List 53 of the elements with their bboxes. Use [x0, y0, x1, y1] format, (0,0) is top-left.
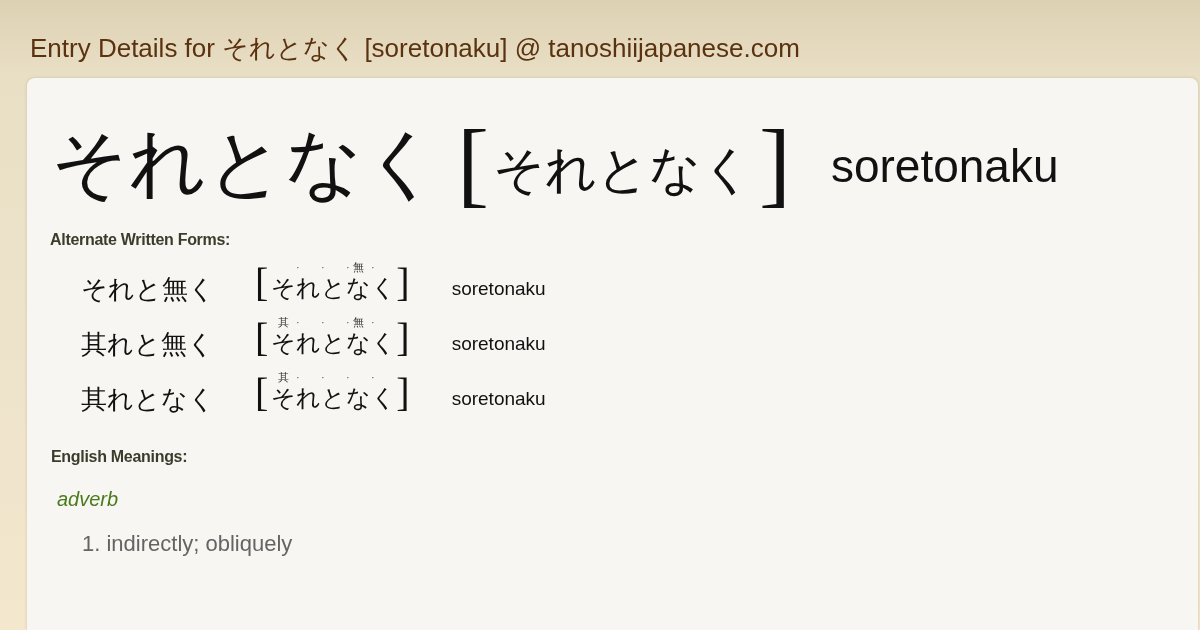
kana-text: な: [346, 274, 372, 302]
kana-text: そ: [271, 384, 297, 412]
ruby-separator: ·: [346, 371, 350, 384]
romaji-text: soretonaku: [451, 387, 546, 411]
open-bracket: [: [457, 113, 489, 213]
written-form: 其れとなく: [81, 383, 216, 415]
reading-text: それとなく: [492, 139, 753, 200]
close-bracket: ]: [396, 316, 410, 360]
close-bracket: ]: [396, 371, 410, 415]
ruby-separator: ·: [371, 371, 375, 384]
romaji-text: soretonaku: [451, 332, 546, 356]
section-heading: Alternate Written Forms:: [50, 230, 231, 250]
part-of-speech: adverb: [57, 487, 119, 511]
ruby-separator: ·: [321, 261, 325, 274]
ruby-text: 無: [353, 261, 365, 274]
ruby-separator: ·: [296, 261, 300, 274]
ruby-separator: ·: [321, 371, 325, 384]
kana-text: く: [371, 329, 397, 357]
open-bracket: [: [255, 371, 269, 415]
ruby-separator: ·: [371, 316, 375, 329]
meaning-text: 1. indirectly; obliquely: [82, 531, 293, 557]
ruby-text: 其: [278, 316, 290, 329]
headword: それとなく: [51, 118, 441, 208]
open-bracket: [: [255, 316, 269, 360]
close-bracket: ]: [758, 113, 791, 213]
page-title: Entry Details for それとなく [soretonaku] @ tanoshiijapanese.com: [30, 33, 800, 63]
ruby-separator: ·: [296, 371, 300, 384]
close-bracket: ]: [396, 261, 410, 305]
kana-text: そ: [271, 329, 297, 357]
kana-text: れ: [296, 274, 322, 302]
ruby-separator: ·: [346, 316, 350, 329]
kana-text: と: [321, 329, 347, 357]
kana-text: く: [371, 384, 397, 412]
kana-text: な: [346, 329, 372, 357]
ruby-text: 無: [353, 316, 365, 329]
kana-text: な: [346, 384, 372, 412]
written-form: それと無く: [81, 273, 216, 305]
written-form: 其れと無く: [81, 328, 215, 360]
kana-text: そ: [271, 274, 297, 302]
ruby-text: 其: [278, 371, 290, 384]
ruby-separator: ·: [321, 316, 325, 329]
ruby-separator: ·: [296, 316, 300, 329]
kana-text: と: [321, 384, 347, 412]
ruby-separator: ·: [346, 261, 350, 274]
kana-text: く: [371, 274, 397, 302]
kana-text: れ: [296, 384, 322, 412]
open-bracket: [: [255, 261, 269, 305]
kana-text: れ: [296, 329, 322, 357]
kana-text: と: [321, 274, 347, 302]
ruby-separator: ·: [371, 261, 375, 274]
romaji-text: soretonaku: [830, 139, 1059, 193]
section-heading: English Meanings:: [51, 447, 188, 467]
romaji-text: soretonaku: [451, 277, 546, 301]
